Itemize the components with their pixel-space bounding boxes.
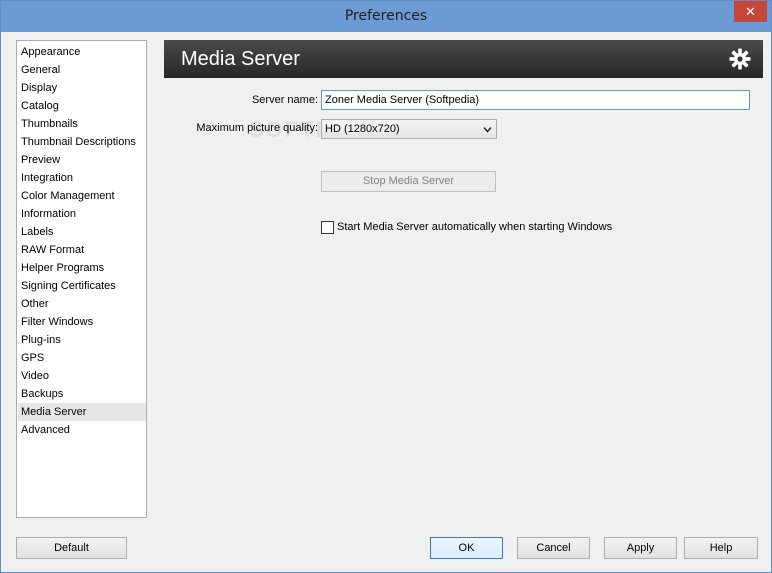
sidebar-item-catalog[interactable]: Catalog [18, 97, 146, 115]
sidebar-item-helper-programs[interactable]: Helper Programs [18, 259, 146, 277]
apply-button[interactable]: Apply [604, 537, 677, 559]
default-button[interactable]: Default [16, 537, 127, 559]
category-list[interactable]: Appearance General Display Catalog Thumbnail… [16, 40, 147, 518]
server-name-label: Server name: [251, 94, 318, 106]
sidebar-item-color-management[interactable]: Color Management [18, 187, 146, 205]
sidebar-item-gps[interactable]: GPS [18, 349, 146, 367]
sidebar-item-information[interactable]: Information [18, 205, 146, 223]
quality-select-value: HD (1280x720) [325, 123, 400, 135]
close-button[interactable]: ✕ [734, 1, 767, 22]
sidebar-item-labels[interactable]: Labels [18, 223, 146, 241]
chevron-down-icon [483, 127, 492, 133]
sidebar-item-raw-format[interactable]: RAW Format [18, 241, 146, 259]
content-header: Media Server [164, 40, 763, 78]
sidebar-item-other[interactable]: Other [18, 295, 146, 313]
sidebar-item-integration[interactable]: Integration [18, 169, 146, 187]
sidebar-item-signing-certificates[interactable]: Signing Certificates [18, 277, 146, 295]
sidebar-item-preview[interactable]: Preview [18, 151, 146, 169]
quality-label: Maximum picture quality: [196, 122, 318, 134]
sidebar-item-thumbnail-descriptions[interactable]: Thumbnail Descriptions [18, 133, 146, 151]
ok-button[interactable]: OK [430, 537, 503, 559]
preferences-window: Preferences ✕ Appearance General Display Ca… [0, 0, 772, 573]
sidebar-item-media-server[interactable]: Media Server [18, 403, 146, 421]
autostart-checkbox[interactable] [321, 221, 334, 234]
gear-icon [729, 48, 751, 70]
sidebar-item-advanced[interactable]: Advanced [18, 421, 146, 439]
autostart-label: Start Media Server automatically when st… [337, 221, 613, 233]
sidebar-item-general[interactable]: General [18, 61, 146, 79]
sidebar-item-video[interactable]: Video [18, 367, 146, 385]
stop-media-server-button[interactable]: Stop Media Server [321, 171, 496, 192]
sidebar-item-display[interactable]: Display [18, 79, 146, 97]
cancel-button[interactable]: Cancel [517, 537, 590, 559]
sidebar-item-appearance[interactable]: Appearance [18, 43, 146, 61]
sidebar-item-backups[interactable]: Backups [18, 385, 146, 403]
window-title: Preferences [344, 8, 428, 24]
help-button[interactable]: Help [684, 537, 758, 559]
sidebar-item-plug-ins[interactable]: Plug-ins [18, 331, 146, 349]
quality-select[interactable]: HD (1280x720) [321, 119, 497, 139]
title-bar[interactable]: Preferences ✕ [1, 1, 771, 32]
sidebar-item-filter-windows[interactable]: Filter Windows [18, 313, 146, 331]
server-name-input[interactable] [321, 90, 750, 110]
sidebar-item-thumbnails[interactable]: Thumbnails [18, 115, 146, 133]
page-title: Media Server [181, 48, 300, 70]
